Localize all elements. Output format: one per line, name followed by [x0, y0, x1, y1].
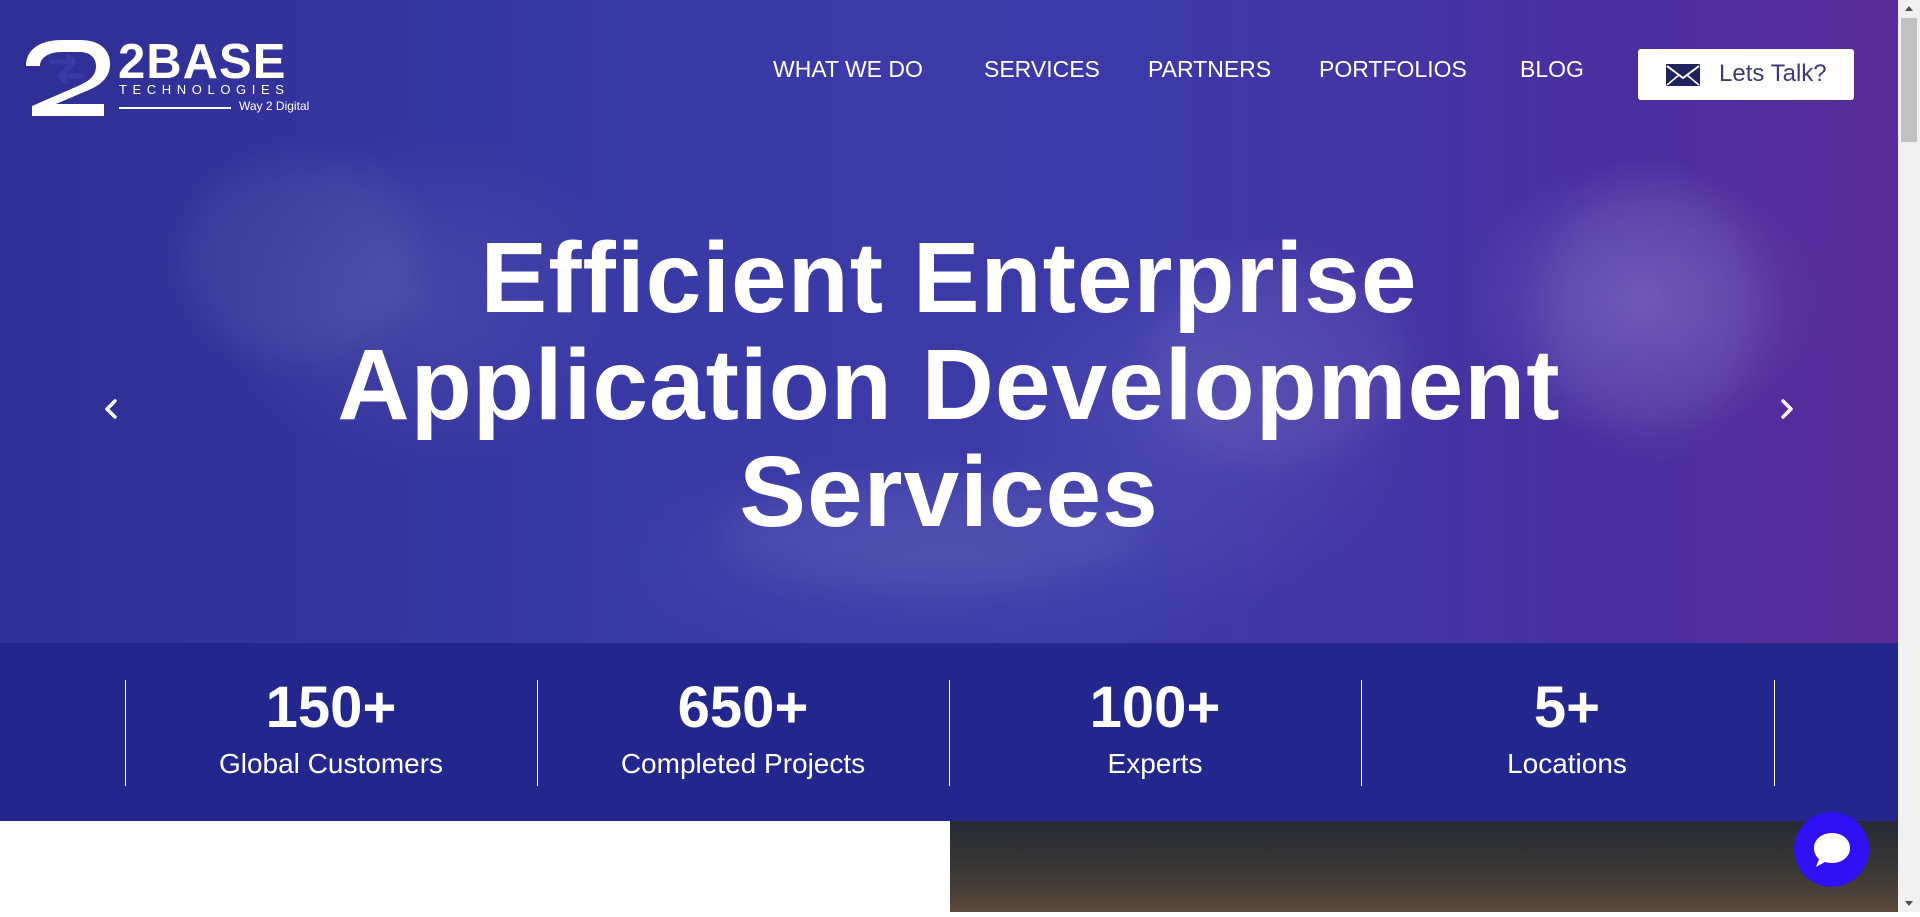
- nav-what-we-do[interactable]: WHAT WE DO: [773, 52, 923, 86]
- stat-value: 100+: [1089, 675, 1221, 740]
- stat-experts: 100+ Experts: [949, 643, 1361, 821]
- content-section-image: [950, 821, 1898, 912]
- chat-bubble-icon: [1814, 833, 1850, 867]
- scrollbar-thumb[interactable]: [1901, 18, 1917, 142]
- stat-label: Global Customers: [218, 748, 444, 779]
- slider-prev-button[interactable]: [96, 394, 126, 424]
- content-section-left: [0, 821, 950, 912]
- stat-label: Completed Projects: [620, 748, 866, 779]
- lets-talk-label: Lets Talk?: [1719, 60, 1827, 87]
- logo-subtitle: TECHNOLOGIES: [119, 82, 290, 97]
- hero-banner: 2BASE TECHNOLOGIES Way 2 Digital WHAT WE…: [0, 0, 1898, 643]
- stat-value: 150+: [265, 675, 397, 740]
- stat-value: 650+: [677, 675, 809, 740]
- logo-tagline: Way 2 Digital: [239, 99, 310, 113]
- logo-wordmark: 2BASE: [118, 35, 287, 89]
- scroll-up-button[interactable]: [1898, 0, 1920, 18]
- slider-next-button[interactable]: [1772, 394, 1802, 424]
- brand-logo[interactable]: 2BASE TECHNOLOGIES Way 2 Digital: [18, 36, 314, 120]
- stat-label: Experts: [1107, 748, 1203, 779]
- chevron-left-icon: [105, 399, 117, 419]
- triangle-down-icon: [1905, 901, 1913, 906]
- stat-value: 5+: [1533, 675, 1601, 740]
- hero-headline-line-2: Application Development: [337, 329, 1561, 441]
- stat-global-customers: 150+ Global Customers: [125, 643, 537, 821]
- stat-label: Locations: [1507, 748, 1627, 779]
- stats-divider: [1774, 680, 1775, 786]
- lets-talk-button[interactable]: Lets Talk?: [1638, 49, 1854, 100]
- stats-band: 150+ Global Customers 650+ Completed Pro…: [0, 643, 1898, 821]
- logo-underline: [119, 107, 231, 109]
- page-scrollbar[interactable]: [1898, 0, 1920, 912]
- chevron-right-icon: [1781, 399, 1793, 419]
- nav-partners[interactable]: PARTNERS: [1148, 52, 1271, 86]
- hero-headline-line-1: Efficient Enterprise: [480, 222, 1418, 334]
- nav-portfolios[interactable]: PORTFOLIOS: [1319, 52, 1467, 86]
- nav-services[interactable]: SERVICES: [984, 52, 1100, 86]
- scroll-down-button[interactable]: [1898, 894, 1920, 912]
- stat-completed-projects: 650+ Completed Projects: [537, 643, 949, 821]
- chat-launcher-button[interactable]: [1794, 812, 1869, 887]
- triangle-up-icon: [1905, 6, 1913, 11]
- nav-blog[interactable]: BLOG: [1520, 52, 1584, 86]
- mail-icon: [1666, 64, 1700, 86]
- stat-locations: 5+ Locations: [1361, 643, 1773, 821]
- logo-mark-icon: [26, 40, 110, 116]
- hero-headline-line-3: Services: [739, 436, 1159, 548]
